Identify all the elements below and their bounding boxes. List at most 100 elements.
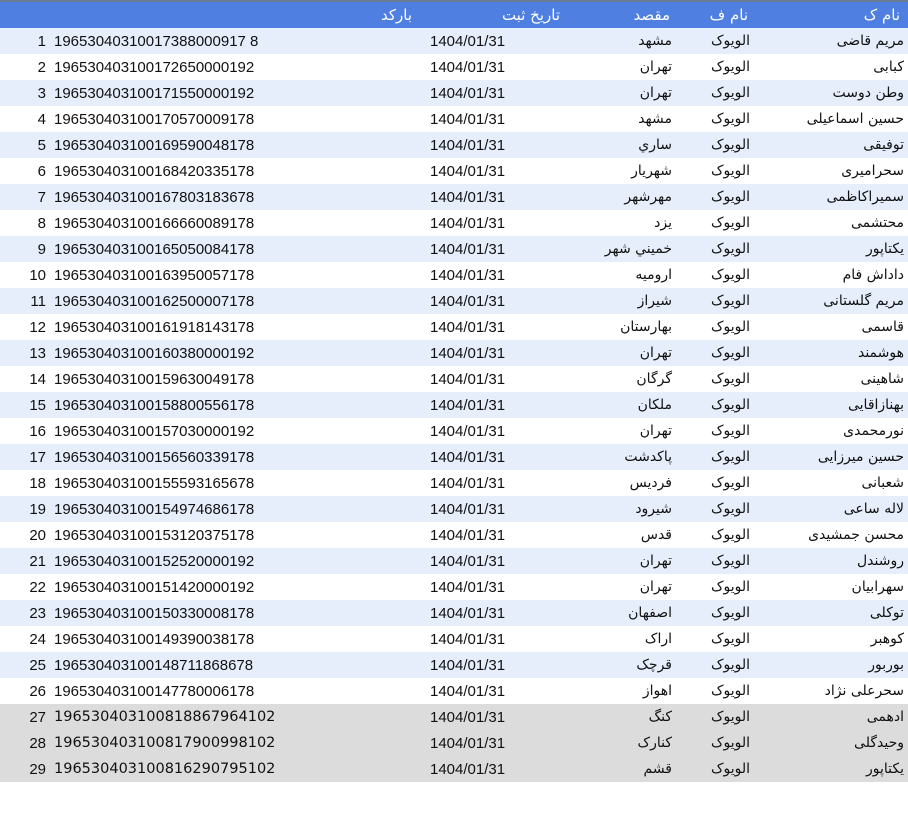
date-cell[interactable]: 1404/01/31	[420, 366, 568, 392]
table-row[interactable]: 22 196530403100151420000192 1404/01/31 تهرا…	[0, 574, 908, 600]
family-cell[interactable]: الویوک	[678, 288, 756, 314]
row-index[interactable]: 21	[0, 548, 50, 574]
family-cell[interactable]: الویوک	[678, 28, 756, 54]
date-cell[interactable]: 1404/01/31	[420, 522, 568, 548]
family-cell[interactable]: الویوک	[678, 730, 756, 756]
row-index[interactable]: 14	[0, 366, 50, 392]
destination-cell[interactable]: گرگان	[568, 366, 678, 392]
date-cell[interactable]: 1404/01/31	[420, 704, 568, 730]
family-cell[interactable]: الویوک	[678, 652, 756, 678]
table-row[interactable]: 19 196530403100154974686178 1404/01/31 شیرو…	[0, 496, 908, 522]
date-cell[interactable]: 1404/01/31	[420, 496, 568, 522]
row-index[interactable]: 27	[0, 704, 50, 730]
name-cell[interactable]: شعبانی	[756, 470, 908, 496]
family-cell[interactable]: الویوک	[678, 314, 756, 340]
table-row[interactable]: 13 196530403100160380000192 1404/01/31 تهرا…	[0, 340, 908, 366]
name-cell[interactable]: مریم گلستانی	[756, 288, 908, 314]
name-cell[interactable]: روشندل	[756, 548, 908, 574]
table-row[interactable]: 8 196530403100166660089178 1404/01/31 یزد ال…	[0, 210, 908, 236]
table-row[interactable]: 12 196530403100161918143178 1404/01/31 بهار…	[0, 314, 908, 340]
date-cell[interactable]: 1404/01/31	[420, 418, 568, 444]
date-cell[interactable]: 1404/01/31	[420, 574, 568, 600]
barcode-cell[interactable]: 196530403100152520000192	[50, 548, 420, 574]
barcode-cell[interactable]: 19653040310017388000917 8	[50, 28, 420, 54]
table-row[interactable]: 9 196530403100165050084178 1404/01/31 خميني…	[0, 236, 908, 262]
row-index[interactable]: 22	[0, 574, 50, 600]
family-cell[interactable]: الویوک	[678, 470, 756, 496]
row-index[interactable]: 5	[0, 132, 50, 158]
date-cell[interactable]: 1404/01/31	[420, 652, 568, 678]
table-row[interactable]: 28 196530403100817900998102 1404/01/31 کنار…	[0, 730, 908, 756]
name-cell[interactable]: توکلی	[756, 600, 908, 626]
name-cell[interactable]: بهنازاقایی	[756, 392, 908, 418]
row-index[interactable]: 18	[0, 470, 50, 496]
family-cell[interactable]: الویوک	[678, 678, 756, 704]
family-cell[interactable]: الویوک	[678, 210, 756, 236]
table-row[interactable]: 3 196530403100171550000192 1404/01/31 تهران…	[0, 80, 908, 106]
destination-cell[interactable]: کنگ	[568, 704, 678, 730]
barcode-cell[interactable]: 196530403100166660089178	[50, 210, 420, 236]
name-cell[interactable]: شاهینی	[756, 366, 908, 392]
family-cell[interactable]: الویوک	[678, 392, 756, 418]
header-index[interactable]	[0, 2, 50, 28]
table-row[interactable]: 20 196530403100153120375178 1404/01/31 قدس ا…	[0, 522, 908, 548]
row-index[interactable]: 17	[0, 444, 50, 470]
header-barcode[interactable]: بارکد	[50, 2, 420, 28]
row-index[interactable]: 15	[0, 392, 50, 418]
destination-cell[interactable]: شیراز	[568, 288, 678, 314]
name-cell[interactable]: سحرامیری	[756, 158, 908, 184]
destination-cell[interactable]: مشهد	[568, 28, 678, 54]
barcode-cell[interactable]: 196530403100168420335178	[50, 158, 420, 184]
barcode-cell[interactable]: 196530403100159630049178	[50, 366, 420, 392]
table-row[interactable]: 15 196530403100158800556178 1404/01/31 ملکا…	[0, 392, 908, 418]
destination-cell[interactable]: فرديس	[568, 470, 678, 496]
date-cell[interactable]: 1404/01/31	[420, 756, 568, 782]
header-name[interactable]: نام ک	[756, 2, 908, 28]
header-destination[interactable]: مقصد	[568, 2, 678, 28]
row-index[interactable]: 13	[0, 340, 50, 366]
destination-cell[interactable]: ارومیه	[568, 262, 678, 288]
row-index[interactable]: 23	[0, 600, 50, 626]
name-cell[interactable]: ادهمی	[756, 704, 908, 730]
barcode-cell[interactable]: 196530403100163950057178	[50, 262, 420, 288]
date-cell[interactable]: 1404/01/31	[420, 548, 568, 574]
table-row[interactable]: 16 196530403100157030000192 1404/01/31 تهرا…	[0, 418, 908, 444]
table-row[interactable]: 25 196530403100148711868678 1404/01/31 قرچک…	[0, 652, 908, 678]
row-index[interactable]: 26	[0, 678, 50, 704]
date-cell[interactable]: 1404/01/31	[420, 210, 568, 236]
destination-cell[interactable]: یزد	[568, 210, 678, 236]
row-index[interactable]: 3	[0, 80, 50, 106]
destination-cell[interactable]: تهران	[568, 418, 678, 444]
name-cell[interactable]: حسین اسماعیلی	[756, 106, 908, 132]
name-cell[interactable]: قاسمی	[756, 314, 908, 340]
barcode-cell[interactable]: 196530403100154974686178	[50, 496, 420, 522]
family-cell[interactable]: الویوک	[678, 132, 756, 158]
row-index[interactable]: 24	[0, 626, 50, 652]
date-cell[interactable]: 1404/01/31	[420, 392, 568, 418]
destination-cell[interactable]: ملکان	[568, 392, 678, 418]
destination-cell[interactable]: پاکدشت	[568, 444, 678, 470]
row-index[interactable]: 6	[0, 158, 50, 184]
name-cell[interactable]: لاله ساعی	[756, 496, 908, 522]
table-row[interactable]: 1 19653040310017388000917 8 1404/01/31 مشهد…	[0, 28, 908, 54]
destination-cell[interactable]: شهريار	[568, 158, 678, 184]
date-cell[interactable]: 1404/01/31	[420, 106, 568, 132]
barcode-cell[interactable]: 196530403100170570009178	[50, 106, 420, 132]
family-cell[interactable]: الویوک	[678, 626, 756, 652]
barcode-cell[interactable]: 196530403100150330008178	[50, 600, 420, 626]
name-cell[interactable]: هوشمند	[756, 340, 908, 366]
destination-cell[interactable]: بهارستان	[568, 314, 678, 340]
name-cell[interactable]: کبابی	[756, 54, 908, 80]
table-row[interactable]: 21 196530403100152520000192 1404/01/31 تهرا…	[0, 548, 908, 574]
barcode-cell[interactable]: 196530403100816290795102	[50, 756, 420, 782]
row-index[interactable]: 12	[0, 314, 50, 340]
header-date[interactable]: تاریخ ثبت	[420, 2, 568, 28]
date-cell[interactable]: 1404/01/31	[420, 236, 568, 262]
name-cell[interactable]: محتشمی	[756, 210, 908, 236]
family-cell[interactable]: الویوک	[678, 236, 756, 262]
family-cell[interactable]: الویوک	[678, 80, 756, 106]
destination-cell[interactable]: تهران	[568, 340, 678, 366]
family-cell[interactable]: الویوک	[678, 418, 756, 444]
family-cell[interactable]: الویوک	[678, 548, 756, 574]
table-row[interactable]: 11 196530403100162500007178 1404/01/31 شیرا…	[0, 288, 908, 314]
